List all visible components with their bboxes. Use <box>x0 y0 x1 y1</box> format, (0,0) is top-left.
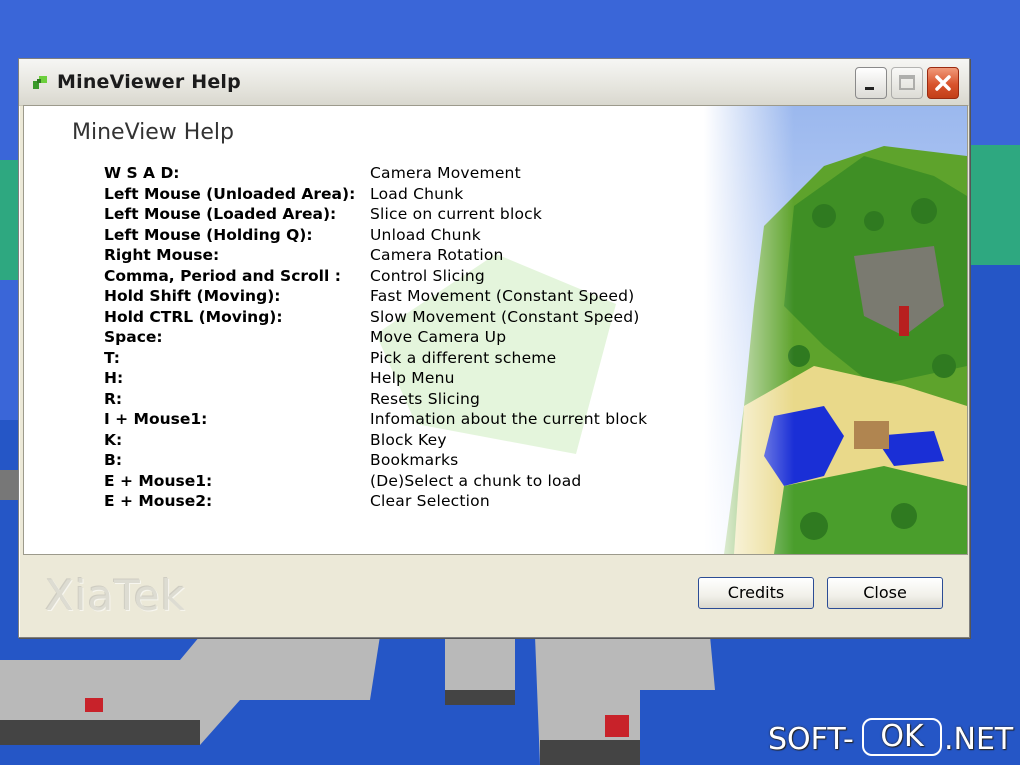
window-title: MineViewer Help <box>57 71 241 93</box>
shortcut-action: Slice on current block <box>370 205 543 223</box>
minecraft-terrain-illustration <box>704 106 967 554</box>
shortcut-key: R: <box>104 389 123 408</box>
shortcut-key: Hold Shift (Moving): <box>104 287 281 305</box>
shortcut-key: Space: <box>104 328 163 346</box>
shortcut-action: Pick a different scheme <box>370 348 557 367</box>
watermark-ok-badge: OK <box>862 718 942 756</box>
shortcut-action: Infomation about the current block <box>370 410 648 428</box>
shortcut-action: Help Menu <box>370 369 455 387</box>
shortcut-key: H: <box>104 369 124 387</box>
maximize-icon <box>899 75 915 90</box>
shortcut-key: E + Mouse2: <box>104 492 213 510</box>
shortcut-key: I + Mouse1: <box>104 410 208 428</box>
shortcut-action: Move Camera Up <box>370 328 507 346</box>
shortcut-key: E + Mouse1: <box>104 471 213 490</box>
close-button[interactable]: Close <box>827 577 943 609</box>
help-content-panel: MineView Help W S A D: Camera Movement L… <box>23 105 968 555</box>
shortcut-action: Fast Movement (Constant Speed) <box>370 287 635 305</box>
help-dialog-window: MineViewer Help MineView Help W S A D: C… <box>18 58 970 638</box>
maximize-button[interactable] <box>891 67 923 99</box>
shortcut-key: Left Mouse (Loaded Area): <box>104 205 337 223</box>
help-heading: MineView Help <box>72 120 234 145</box>
shortcut-key: Comma, Period and Scroll : <box>104 266 341 285</box>
shortcut-key: B: <box>104 451 123 469</box>
shortcut-action: Load Chunk <box>370 184 464 203</box>
minimize-button[interactable] <box>855 67 887 99</box>
shortcut-action: (De)Select a chunk to load <box>370 471 582 490</box>
soft-ok-watermark: SOFT- OK .NET <box>768 718 1014 762</box>
shortcut-action: Block Key <box>370 430 447 449</box>
minimize-icon <box>865 87 874 90</box>
shortcut-action: Camera Rotation <box>370 246 504 264</box>
shortcut-key: Left Mouse (Holding Q): <box>104 225 313 244</box>
shortcut-action: Control Slicing <box>370 266 485 285</box>
shortcut-key: Left Mouse (Unloaded Area): <box>104 184 356 203</box>
shortcut-action: Resets Slicing <box>370 389 481 408</box>
shortcut-action: Bookmarks <box>370 451 459 469</box>
shortcut-action: Unload Chunk <box>370 225 481 244</box>
shortcut-key: Hold CTRL (Moving): <box>104 307 283 326</box>
app-icon <box>33 76 47 89</box>
watermark-right-text: .NET <box>944 722 1014 757</box>
credits-button[interactable]: Credits <box>698 577 814 609</box>
shortcut-action: Slow Movement (Constant Speed) <box>370 307 640 326</box>
shortcut-action: Camera Movement <box>370 164 521 182</box>
shortcut-key: T: <box>104 348 120 367</box>
close-window-button[interactable] <box>927 67 959 99</box>
title-bar[interactable]: MineViewer Help <box>19 59 969 106</box>
xiatek-logo: XiaTek <box>45 571 186 620</box>
watermark-left-text: SOFT- <box>768 722 854 757</box>
shortcut-key: W S A D: <box>104 164 180 182</box>
shortcut-key: Right Mouse: <box>104 246 220 264</box>
close-icon <box>935 75 951 91</box>
shortcut-key: K: <box>104 430 123 449</box>
shortcut-action: Clear Selection <box>370 492 490 510</box>
